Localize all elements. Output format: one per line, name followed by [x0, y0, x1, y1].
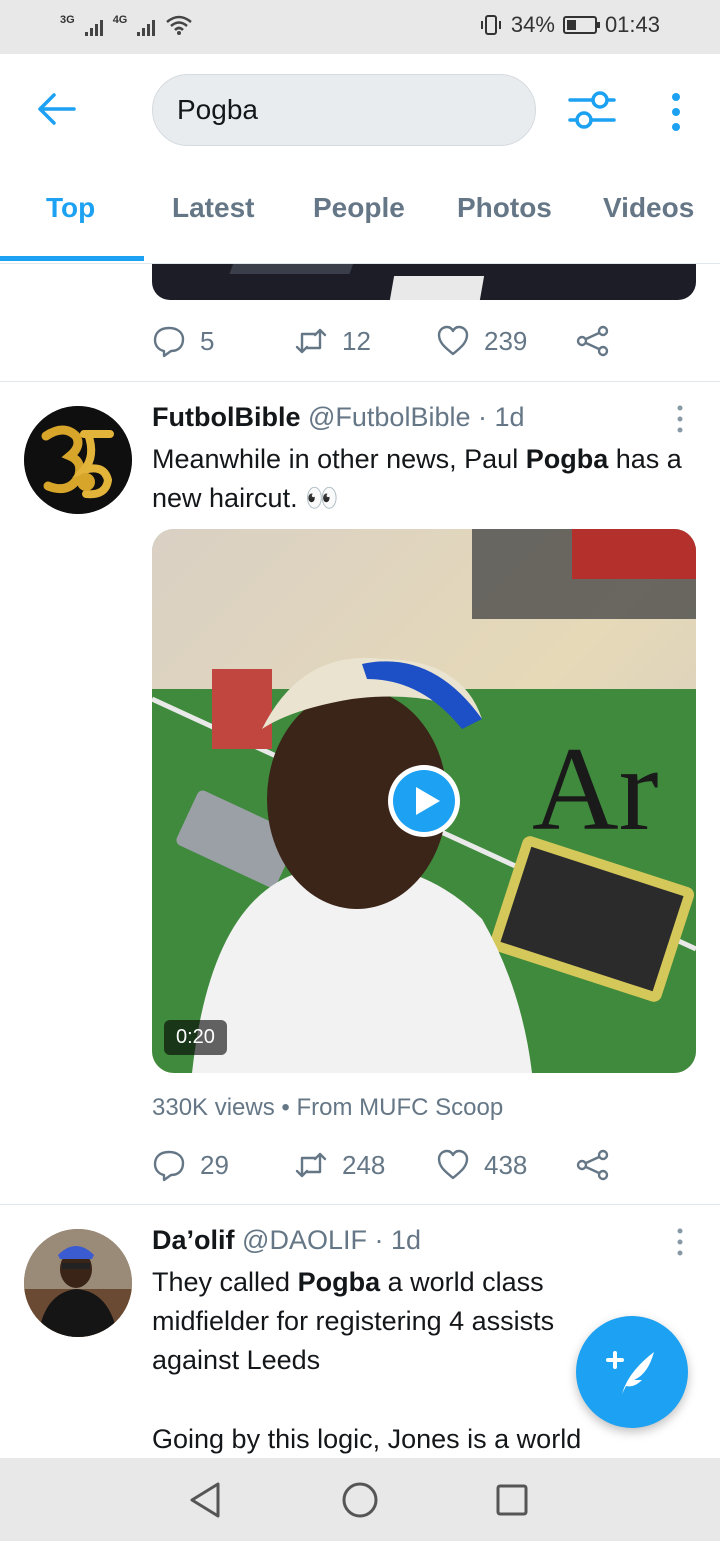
battery-percent: 34%	[510, 12, 555, 37]
video-source[interactable]: From MUFC Scoop	[296, 1094, 503, 1121]
svg-text:Ar: Ar	[532, 722, 659, 855]
share-icon	[576, 1149, 609, 1181]
tweet-text: They called Pogba a world class midfield…	[152, 1263, 632, 1380]
sliders-icon[interactable]	[566, 88, 618, 132]
reply-icon	[153, 1150, 185, 1182]
vibrate-icon	[480, 15, 501, 35]
tweet-divider	[0, 381, 720, 382]
retweet-count: 248	[342, 1149, 386, 1180]
tab-videos[interactable]: Videos	[603, 192, 694, 224]
tab-people[interactable]: People	[313, 192, 405, 224]
share-button[interactable]	[576, 1148, 610, 1182]
compose-feather-icon	[606, 1351, 654, 1394]
tweet-header: Da’olif @DAOLIF · 1d	[152, 1225, 421, 1256]
play-icon[interactable]	[386, 763, 462, 839]
previous-tweet-media[interactable]	[152, 264, 696, 300]
author-handle[interactable]: @FutbolBible	[308, 402, 471, 432]
battery-icon	[562, 16, 600, 34]
network-3g-label: 3G	[60, 14, 75, 26]
status-right: 34% 01:43	[479, 12, 660, 38]
previous-tweet-actions: 5 12 239	[152, 324, 622, 364]
more-vertical-icon[interactable]	[660, 90, 692, 134]
more-vertical-icon[interactable]	[670, 404, 690, 434]
author-handle[interactable]: @DAOLIF	[242, 1225, 367, 1255]
search-results-feed[interactable]: 5 12 239 FutbolBible @FutbolBible · 1d M…	[0, 264, 720, 1458]
tab-latest[interactable]: Latest	[172, 192, 254, 224]
signal-indicators: 3G 4G	[60, 14, 193, 36]
video-meta: 330K views • From MUFC Scoop	[152, 1094, 503, 1122]
video-player[interactable]: Ar 0:20	[152, 529, 696, 1073]
status-bar: 3G 4G 34% 01:43	[0, 0, 720, 54]
retweet-count: 12	[342, 325, 371, 356]
retweet-icon	[295, 328, 327, 354]
tab-top[interactable]: Top	[46, 192, 95, 224]
user-photo	[24, 1229, 132, 1337]
reply-count: 29	[200, 1149, 229, 1180]
share-icon	[576, 325, 609, 357]
like-count: 438	[484, 1149, 528, 1180]
more-vertical-icon[interactable]	[670, 1227, 690, 1257]
like-button[interactable]: 438	[436, 1148, 527, 1182]
reply-count: 5	[200, 325, 215, 356]
active-tab-indicator	[0, 256, 144, 261]
retweet-icon	[295, 1152, 327, 1178]
tweet-time: · 1d	[374, 1225, 422, 1255]
search-tabs: Top Latest People Photos Videos	[0, 164, 720, 264]
tweet-time: · 1d	[478, 402, 525, 432]
nav-recents-icon[interactable]	[492, 1480, 532, 1520]
meta-separator: •	[281, 1094, 290, 1121]
like-count: 239	[484, 325, 528, 356]
author-name[interactable]: FutbolBible	[152, 402, 300, 432]
reply-icon	[153, 326, 185, 358]
tab-photos[interactable]: Photos	[457, 192, 552, 224]
heart-icon	[437, 1149, 469, 1180]
nav-back-icon[interactable]	[186, 1480, 226, 1520]
signal-bars-icon	[84, 20, 103, 36]
retweet-button[interactable]: 248	[294, 1148, 385, 1182]
compose-tweet-button[interactable]	[576, 1316, 688, 1428]
search-term-highlight: Pogba	[297, 1267, 381, 1297]
tweet-header: FutbolBible @FutbolBible · 1d	[152, 402, 525, 433]
tweet-divider	[0, 1204, 720, 1205]
tweet-text: Meanwhile in other news, Paul Pogba has …	[152, 440, 692, 518]
network-4g-label: 4G	[112, 14, 128, 26]
futbolbible-logo	[24, 406, 132, 514]
author-name[interactable]: Da’olif	[152, 1225, 235, 1255]
search-header: Pogba	[0, 54, 720, 164]
search-term-highlight: Pogba	[525, 444, 609, 474]
share-button[interactable]	[576, 324, 610, 358]
view-count: 330K views	[152, 1094, 275, 1121]
wifi-icon	[166, 15, 193, 35]
like-button[interactable]: 239	[436, 324, 527, 358]
reply-button[interactable]: 29	[152, 1148, 229, 1182]
heart-icon	[437, 325, 469, 356]
system-navigation-bar	[0, 1458, 720, 1541]
tweet-text-part: Meanwhile in other news, Paul	[152, 444, 526, 474]
tweet-text-part: They called	[152, 1267, 298, 1297]
arrow-left-icon[interactable]	[36, 92, 76, 126]
tweet-text-paragraph-2: Going by this logic, Jones is a world	[152, 1424, 582, 1454]
nav-home-icon[interactable]	[340, 1480, 380, 1520]
retweet-button[interactable]: 12	[294, 324, 371, 358]
clock: 01:43	[604, 12, 660, 37]
video-duration: 0:20	[164, 1020, 227, 1055]
reply-button[interactable]: 5	[152, 324, 214, 358]
search-input[interactable]: Pogba	[152, 74, 536, 146]
signal-bars-icon-2	[137, 20, 156, 36]
tweet-actions: 29 248 438	[152, 1148, 622, 1188]
avatar[interactable]	[24, 406, 132, 514]
avatar[interactable]	[24, 1229, 132, 1337]
